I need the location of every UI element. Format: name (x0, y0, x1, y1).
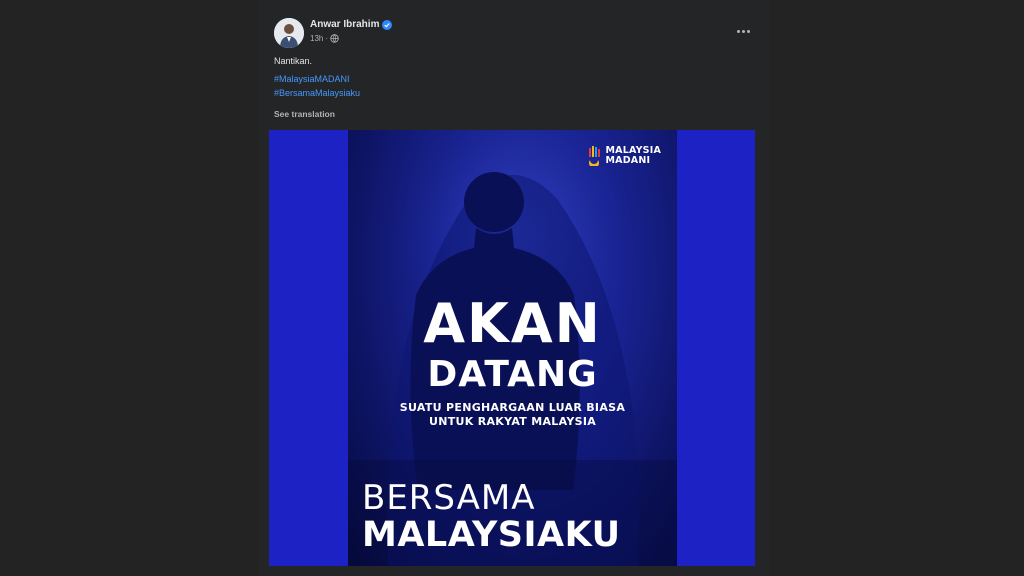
subtitle-line-1: SUATU PENGHARGAAN LUAR BIASA (399, 401, 626, 414)
post-header: Anwar Ibrahim 13h · (274, 18, 754, 48)
post-image[interactable]: MALAYSIA MADANI AKAN DATANG SUATU PENGHA… (269, 130, 755, 566)
headline-line-1: AKAN (423, 292, 602, 355)
see-translation-link[interactable]: See translation (274, 109, 335, 119)
hashtag-link[interactable]: #MalaysiaMADANI (274, 72, 360, 86)
poster: MALAYSIA MADANI AKAN DATANG SUATU PENGHA… (348, 130, 677, 566)
author-name[interactable]: Anwar Ibrahim (310, 19, 379, 30)
headline-line-2: DATANG (427, 354, 598, 395)
author-avatar[interactable] (274, 18, 304, 48)
logo-line-2: MADANI (605, 155, 651, 166)
post-timestamp[interactable]: 13h (310, 34, 323, 43)
hashtag-link[interactable]: #BersamaMalaysiaku (274, 86, 360, 100)
bottom-line-1: BERSAMA (362, 478, 536, 518)
madani-logo-icon (589, 146, 601, 166)
poster-subtitle: SUATU PENGHARGAAN LUAR BIASA UNTUK RAKYA… (348, 401, 677, 429)
post-meta: 13h · (310, 34, 339, 43)
more-options-icon[interactable] (734, 24, 752, 38)
hashtag-list: #MalaysiaMADANI #BersamaMalaysiaku (274, 72, 360, 100)
meta-separator: · (325, 34, 329, 43)
malaysia-madani-logo: MALAYSIA MADANI (588, 146, 661, 166)
globe-icon (330, 34, 339, 43)
bottom-line-2: MALAYSIAKU (362, 515, 621, 555)
verified-badge-icon (382, 20, 392, 30)
facebook-post: Anwar Ibrahim 13h · Nantikan. #MalaysiaM… (258, 0, 770, 576)
post-text: Nantikan. (274, 56, 313, 66)
subtitle-line-2: UNTUK RAKYAT MALAYSIA (428, 415, 597, 428)
